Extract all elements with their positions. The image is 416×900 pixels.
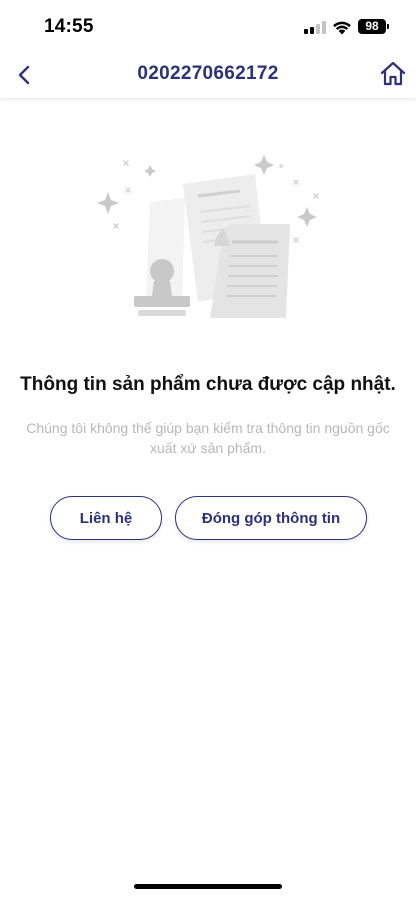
empty-state-description: Chúng tôi không thể giúp bạn kiểm tra th… xyxy=(26,420,390,456)
empty-state-illustration xyxy=(97,155,319,318)
cellular-signal-icon xyxy=(304,21,326,34)
status-bar: 14:55 98 xyxy=(0,0,416,52)
home-indicator xyxy=(134,884,282,889)
page-title: 0202270662172 xyxy=(137,63,279,84)
contribute-info-button[interactable]: Đóng góp thông tin xyxy=(175,496,367,540)
battery-indicator: 98 xyxy=(358,19,386,34)
contact-button[interactable]: Liên hệ xyxy=(50,496,162,540)
status-time: 14:55 xyxy=(44,16,94,37)
wifi-icon xyxy=(333,21,351,35)
back-button[interactable] xyxy=(10,60,40,90)
app-header: 0202270662172 xyxy=(0,52,416,98)
home-icon xyxy=(380,61,406,86)
empty-state-title: Thông tin sản phẩm chưa được cập nhật. xyxy=(20,374,396,395)
screen: 14:55 98 0202270662172 Thông tin sản phẩ… xyxy=(0,0,416,900)
home-button[interactable] xyxy=(378,59,408,89)
chevron-left-icon xyxy=(18,65,30,85)
battery-tip xyxy=(387,24,389,29)
